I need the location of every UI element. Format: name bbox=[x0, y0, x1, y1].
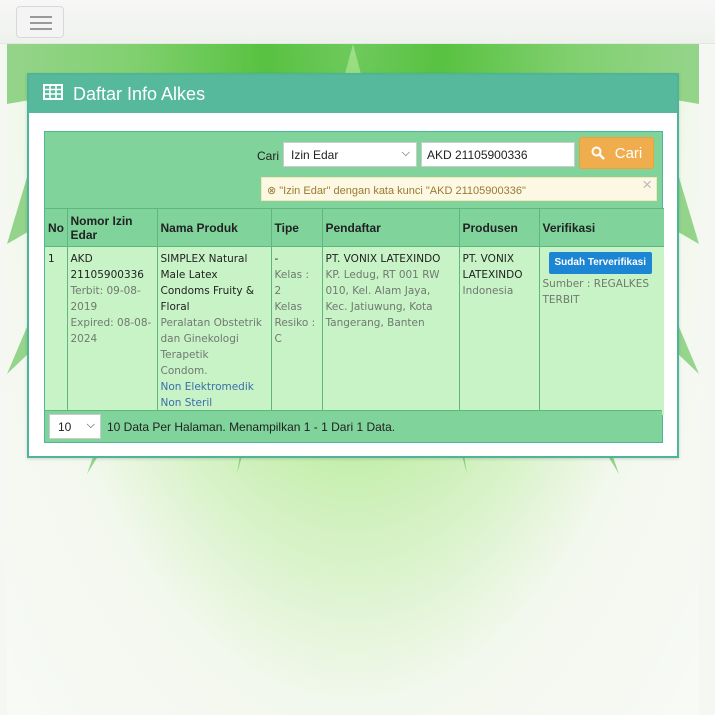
alkes-table: No Nomor Izin Edar Nama Produk Tipe Pend… bbox=[45, 208, 664, 415]
menu-icon bbox=[30, 16, 52, 18]
expired-date: Expired: 08-08-2024 bbox=[70, 317, 152, 345]
search-icon bbox=[591, 146, 605, 160]
chevron-down-icon: ⌵ bbox=[401, 147, 410, 159]
product-category: Peralatan Obstetrik dan Ginekologi Terap… bbox=[160, 317, 262, 361]
search-input[interactable]: AKD 21105900336 bbox=[421, 142, 575, 167]
top-navbar bbox=[0, 0, 715, 44]
search-input-value: AKD 21105900336 bbox=[427, 148, 528, 162]
product-elektromedik: Non Elektromedik bbox=[160, 381, 254, 393]
search-field-value: Izin Edar bbox=[291, 148, 339, 162]
chevron-down-icon: ⌵ bbox=[86, 419, 95, 431]
pagination-summary: 10 Data Per Halaman. Menampilkan 1 - 1 D… bbox=[107, 419, 396, 434]
menu-icon-bar bbox=[30, 22, 52, 24]
cell-verifikasi: Sudah Terverifikasi Sumber : REGALKES TE… bbox=[539, 246, 664, 415]
search-info-text: "Izin Edar" dengan kata kunci "AKD 21105… bbox=[279, 185, 526, 197]
product-subcategory: Condom. bbox=[160, 365, 208, 377]
table-header-row: No Nomor Izin Edar Nama Produk Tipe Pend… bbox=[45, 208, 664, 247]
tipe-resiko: Kelas Resiko : C bbox=[274, 301, 316, 345]
product-name: SIMPLEX Natural Male Latex Condoms Fruit… bbox=[160, 253, 255, 313]
cell-produsen: PT. VONIX LATEXINDO Indonesia bbox=[459, 246, 540, 415]
col-nomor-izin: Nomor Izin Edar bbox=[67, 208, 158, 247]
col-verifikasi: Verifikasi bbox=[539, 208, 664, 247]
results-container: Cari Izin Edar ⌵ AKD 21105900336 Cari ⊗ bbox=[44, 131, 664, 443]
alkes-panel: Daftar Info Alkes Cari Izin Edar ⌵ AKD 2… bbox=[27, 73, 679, 458]
menu-icon-bar bbox=[30, 28, 52, 30]
panel-header: Daftar Info Alkes bbox=[29, 75, 677, 113]
cell-nomor-izin: AKD 21105900336 Terbit: 09-08-2019 Expir… bbox=[67, 246, 158, 415]
terbit-date: Terbit: 09-08-2019 bbox=[70, 285, 141, 313]
col-pendaftar: Pendaftar bbox=[322, 208, 460, 247]
table-icon bbox=[43, 83, 63, 105]
panel-title: Daftar Info Alkes bbox=[73, 83, 206, 104]
remove-circle-icon[interactable]: ⊗ bbox=[267, 185, 276, 197]
tipe-dash: - bbox=[274, 253, 279, 265]
per-page-select[interactable]: 10 ⌵ bbox=[49, 414, 101, 439]
produsen-country: Indonesia bbox=[462, 285, 514, 297]
status-badge: Sudah Terverifikasi bbox=[548, 252, 653, 274]
search-info-alert: ⊗ "Izin Edar" dengan kata kunci "AKD 211… bbox=[261, 175, 657, 201]
row-number: 1 bbox=[48, 253, 55, 265]
table-row: 1 AKD 21105900336 Terbit: 09-08-2019 Exp… bbox=[45, 246, 664, 415]
cell-pendaftar: PT. VONIX LATEXINDO KP. Ledug, RT 001 RW… bbox=[322, 246, 460, 415]
close-icon[interactable]: × bbox=[642, 175, 652, 195]
cell-nama-produk: SIMPLEX Natural Male Latex Condoms Fruit… bbox=[157, 246, 272, 415]
col-tipe: Tipe bbox=[271, 208, 323, 247]
search-field-select[interactable]: Izin Edar ⌵ bbox=[283, 142, 417, 167]
pendaftar-name: PT. VONIX LATEXINDO bbox=[325, 253, 441, 265]
pendaftar-address: KP. Ledug, RT 001 RW 010, Kel. Alam Jaya… bbox=[325, 269, 440, 329]
col-nama-produk: Nama Produk bbox=[157, 208, 272, 247]
izin-edar-number: AKD 21105900336 bbox=[70, 253, 145, 281]
search-button[interactable]: Cari bbox=[579, 137, 654, 169]
search-bar: Cari Izin Edar ⌵ AKD 21105900336 Cari ⊗ bbox=[45, 132, 662, 208]
col-produsen: Produsen bbox=[459, 208, 540, 247]
verifikasi-source: Sumber : REGALKES TERBIT bbox=[542, 278, 650, 306]
col-no: No bbox=[45, 208, 68, 247]
produsen-name: PT. VONIX LATEXINDO bbox=[462, 253, 523, 281]
per-page-value: 10 bbox=[58, 420, 72, 434]
cell-no: 1 bbox=[45, 246, 68, 415]
tipe-kelas: Kelas : 2 bbox=[274, 269, 310, 297]
cell-tipe: - Kelas : 2 Kelas Resiko : C bbox=[271, 246, 323, 415]
menu-toggle-button[interactable] bbox=[16, 6, 64, 38]
search-label: Cari bbox=[257, 149, 280, 163]
product-steril: Non Steril bbox=[160, 397, 213, 409]
table-footer: 10 ⌵ 10 Data Per Halaman. Menampilkan 1 … bbox=[45, 410, 662, 442]
search-button-label: Cari bbox=[614, 144, 643, 162]
